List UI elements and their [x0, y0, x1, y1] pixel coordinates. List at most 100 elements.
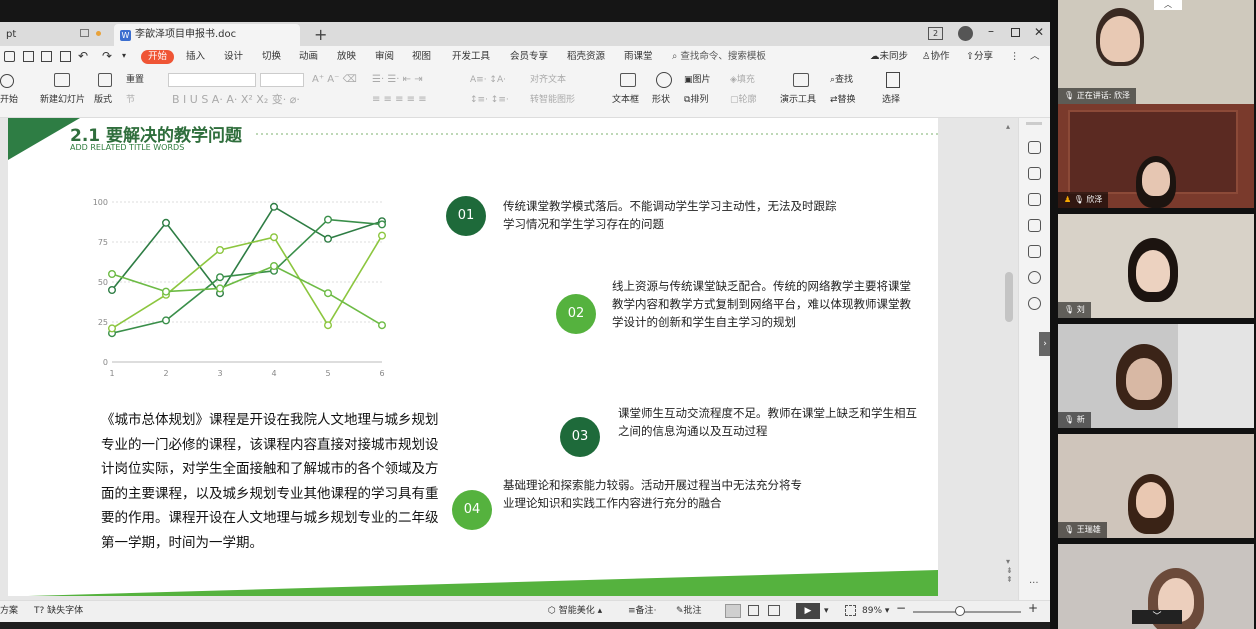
notes-button[interactable]: ≡备注·	[628, 605, 656, 618]
textbox-button[interactable]: 文本框	[612, 94, 639, 106]
zoom-slider[interactable]	[913, 611, 1021, 613]
preview-icon[interactable]	[60, 51, 71, 62]
restore-icon[interactable]	[1011, 28, 1020, 37]
menu-insert[interactable]: 插入	[186, 50, 205, 64]
new-slide-button[interactable]: 新建幻灯片	[40, 94, 85, 106]
tab-presentation[interactable]: pt	[0, 24, 110, 46]
close-icon[interactable]: ✕	[1034, 25, 1044, 39]
grid-view-icon[interactable]	[748, 605, 759, 616]
video-tile-3[interactable]: 🎙 刘	[1058, 214, 1254, 318]
play-options-icon[interactable]: ▾	[824, 605, 829, 618]
spacing-icons[interactable]: ↕≡· ↕≡·	[470, 94, 509, 106]
beautify-button[interactable]: ⬡ 智能美化 ▴	[548, 605, 602, 618]
menu-animation[interactable]: 动画	[299, 50, 318, 64]
video-tile-5[interactable]: 🎙 王瑞雄	[1058, 434, 1254, 538]
align-text-button[interactable]: 对齐文本	[530, 74, 566, 86]
zoom-level[interactable]: 89% ▾	[862, 605, 889, 618]
comments-button[interactable]: ✎批注	[676, 605, 702, 618]
list-icons[interactable]: ☰· ☰· ⇤ ⇥	[372, 74, 423, 86]
present-tool-button[interactable]: 演示工具	[780, 94, 816, 106]
video-tile-1[interactable]: ︿ 🎙 正在讲话: 欣泽	[1058, 0, 1254, 104]
menu-start[interactable]: 开始	[141, 50, 175, 64]
menu-member[interactable]: 会员专享	[510, 50, 548, 64]
menu-slideshow[interactable]: 放映	[337, 50, 356, 64]
missing-font-button[interactable]: T? 缺失字体	[34, 605, 83, 618]
convert-smartart-button[interactable]: 转智能图形	[530, 94, 575, 106]
normal-view-icon[interactable]	[725, 604, 741, 618]
export-icon[interactable]	[23, 51, 34, 62]
more-options-icon[interactable]: ···	[1029, 578, 1039, 589]
find-button[interactable]: ⌕查找	[830, 74, 853, 86]
picture-button[interactable]: ▣图片	[684, 74, 711, 86]
command-search[interactable]: ⌕ 查找命令、搜索模板	[672, 50, 766, 64]
text-direction-icon[interactable]: A≡· ↕A·	[470, 74, 506, 86]
data-point	[269, 261, 278, 270]
tab-document[interactable]: W 李歆泽项目申报书.doc	[114, 24, 300, 46]
chapter-button[interactable]: 节	[126, 94, 135, 106]
print-icon[interactable]	[41, 51, 52, 62]
zoom-out-icon[interactable]: −	[896, 602, 906, 615]
scroll-up-icon[interactable]: ▴	[1006, 122, 1010, 131]
expand-panel-icon[interactable]: ›	[1039, 332, 1050, 356]
collapse-video-icon[interactable]: ︿	[1154, 0, 1182, 10]
settings-icon[interactable]	[1028, 271, 1041, 284]
video-tile-4[interactable]: 🎙 新	[1058, 324, 1254, 428]
sync-status[interactable]: ☁未同步	[870, 50, 908, 64]
new-tab-icon[interactable]: +	[314, 25, 327, 44]
status-theme[interactable]: 方案	[0, 605, 18, 618]
collapse-ribbon-icon[interactable]: ︿	[1030, 50, 1040, 64]
scroll-thumb[interactable]	[1005, 272, 1013, 322]
font-style-icons[interactable]: B I U S A· A· X² X₂ 变· ⌀·	[172, 94, 300, 106]
select-button[interactable]: 选择	[882, 94, 900, 106]
participant-face	[1136, 250, 1170, 292]
font-family-select[interactable]	[168, 73, 256, 87]
menu-transition[interactable]: 切换	[262, 50, 281, 64]
microphone-icon: 🎙	[1064, 91, 1075, 100]
image-icon[interactable]	[1028, 245, 1041, 258]
chevron-down-icon[interactable]: ▾	[122, 51, 126, 60]
minimize-icon[interactable]: –	[988, 24, 994, 38]
data-point	[378, 231, 387, 240]
shape-button[interactable]: 形状	[652, 94, 670, 106]
reading-view-icon[interactable]	[768, 605, 780, 616]
adjust-icon[interactable]	[1028, 167, 1041, 180]
align-icons[interactable]: ≡ ≡ ≡ ≡ ≡	[372, 94, 427, 106]
scroll-down-icon[interactable]: ▾ ⇟ ⇞	[1006, 557, 1013, 584]
star-icon[interactable]	[1028, 193, 1041, 206]
menu-view[interactable]: 视图	[412, 50, 431, 64]
undo-icon[interactable]: ↶	[78, 49, 88, 63]
arrange-button[interactable]: ⧉排列	[684, 94, 708, 106]
help-icon[interactable]	[1028, 297, 1041, 310]
fit-window-icon[interactable]	[845, 605, 856, 616]
layout-button[interactable]: 版式	[94, 94, 112, 106]
collab-button[interactable]: ♙协作	[922, 50, 950, 64]
save-icon[interactable]	[4, 51, 15, 62]
menu-design[interactable]: 设计	[224, 50, 243, 64]
menu-rain-classroom[interactable]: 雨课堂	[624, 50, 653, 64]
replace-button[interactable]: ⇄替换	[830, 94, 856, 106]
font-size-select[interactable]	[260, 73, 304, 87]
animation-icon[interactable]	[1028, 141, 1041, 154]
share-button[interactable]: ⇪分享	[966, 50, 993, 64]
zoom-slider-thumb[interactable]	[955, 606, 965, 616]
start-show-button[interactable]: 开始	[0, 94, 18, 106]
outline-button[interactable]: ▢轮廓	[730, 94, 757, 106]
zoom-in-icon[interactable]: +	[1028, 602, 1038, 615]
layout-count-icon[interactable]: 2	[928, 27, 943, 40]
expand-video-icon[interactable]: ﹀	[1132, 610, 1182, 624]
redo-icon[interactable]: ↷	[102, 49, 112, 63]
reset-button[interactable]: 重置	[126, 74, 144, 86]
vertical-scrollbar[interactable]: ▴ ▾ ⇟ ⇞	[1003, 122, 1015, 592]
font-grow-icon[interactable]: A⁺ A⁻ ⌫	[312, 74, 357, 86]
video-tile-2[interactable]: ♟ 🎙 欣泽	[1058, 104, 1254, 208]
menu-developer[interactable]: 开发工具	[452, 50, 490, 64]
play-icon[interactable]	[0, 74, 14, 88]
fill-button[interactable]: ◈填充	[730, 74, 755, 86]
avatar[interactable]	[958, 26, 973, 41]
menu-docer[interactable]: 稻壳资源	[567, 50, 605, 64]
video-tile-6[interactable]: ﹀	[1058, 544, 1254, 629]
menu-review[interactable]: 审阅	[375, 50, 394, 64]
play-slideshow-icon[interactable]: ▶	[796, 603, 820, 619]
more-icon[interactable]: ⋮	[1010, 50, 1020, 64]
copy-icon[interactable]	[1028, 219, 1041, 232]
